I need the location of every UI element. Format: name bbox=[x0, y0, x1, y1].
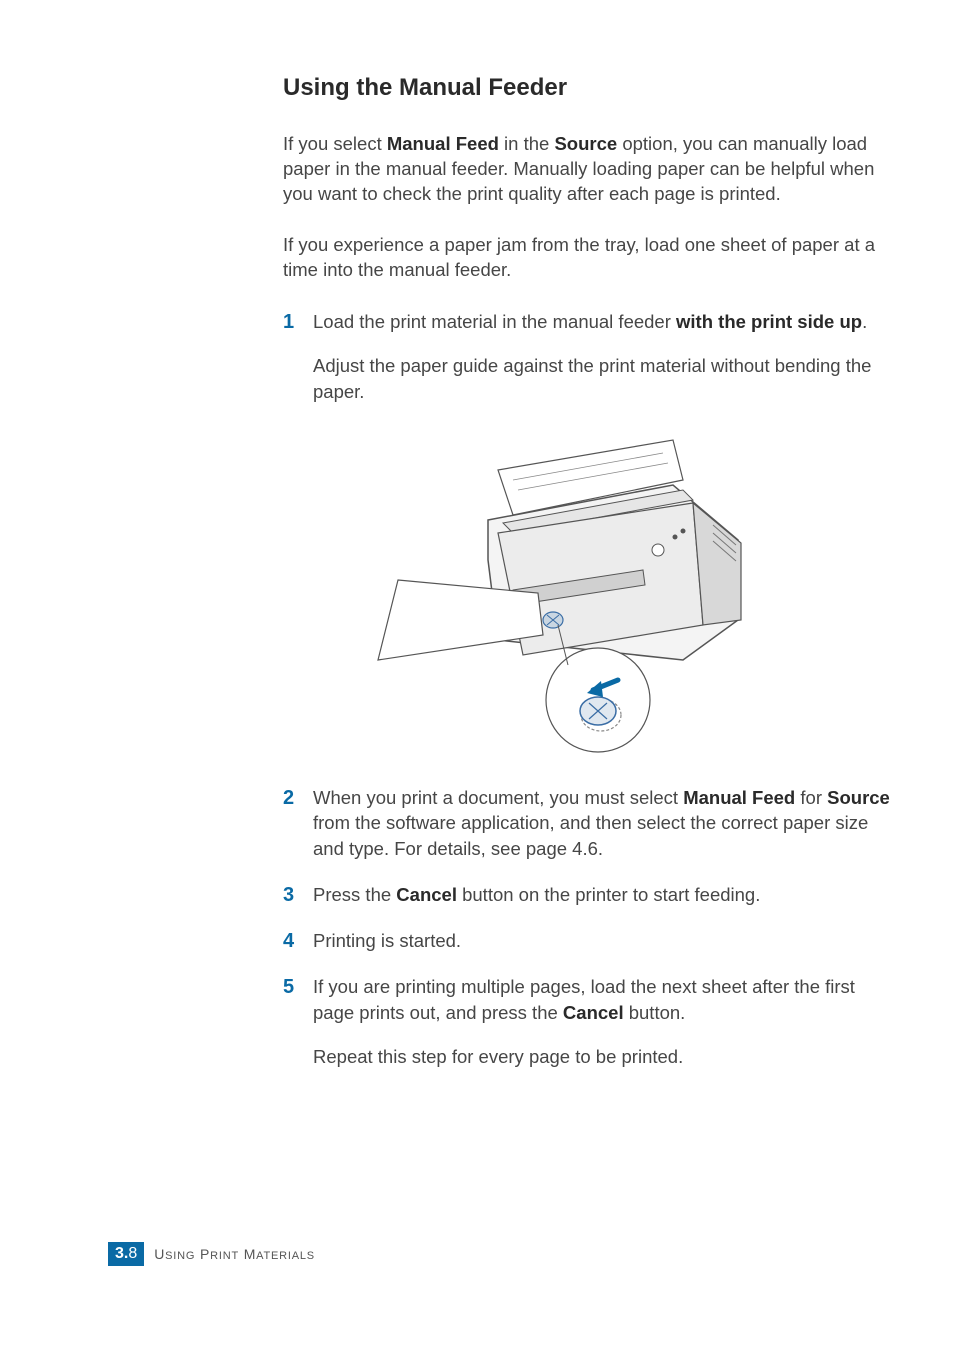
text: ATERIALS bbox=[256, 1250, 315, 1262]
step-number: 3 bbox=[283, 882, 313, 908]
text: Press the bbox=[313, 884, 396, 905]
text: SING bbox=[165, 1250, 195, 1262]
step-1: 1 Load the print material in the manual … bbox=[283, 309, 893, 405]
chapter-number: 3. bbox=[115, 1245, 128, 1262]
step-text: When you print a document, you must sele… bbox=[313, 785, 893, 863]
step-text: Press the Cancel button on the printer t… bbox=[313, 882, 893, 908]
intro-paragraph-2: If you experience a paper jam from the t… bbox=[283, 233, 893, 283]
text: U bbox=[154, 1246, 165, 1262]
bold-text: Cancel bbox=[396, 884, 457, 905]
section-title: Using the Manual Feeder bbox=[283, 74, 893, 102]
page-footer: 3.8 USING PRINT MATERIALS bbox=[108, 1242, 315, 1266]
footer-section-title: USING PRINT MATERIALS bbox=[154, 1246, 315, 1262]
step-text: Repeat this step for every page to be pr… bbox=[313, 1044, 893, 1070]
step-number: 5 bbox=[283, 974, 313, 1000]
step-3: 3 Press the Cancel button on the printer… bbox=[283, 882, 893, 908]
text: button on the printer to start feeding. bbox=[457, 884, 760, 905]
bold-text: Manual Feed bbox=[387, 133, 499, 154]
intro-paragraph-1: If you select Manual Feed in the Source … bbox=[283, 132, 893, 207]
step-body: Press the Cancel button on the printer t… bbox=[313, 882, 893, 908]
page-number-badge: 3.8 bbox=[108, 1242, 144, 1266]
step-text: Load the print material in the manual fe… bbox=[313, 309, 893, 335]
text: If you select bbox=[283, 133, 387, 154]
text: RINT bbox=[210, 1250, 239, 1262]
text: for bbox=[795, 787, 827, 808]
text: Load the print material in the manual fe… bbox=[313, 311, 676, 332]
step-4: 4 Printing is started. bbox=[283, 928, 893, 954]
step-text: If you are printing multiple pages, load… bbox=[313, 974, 893, 1026]
step-number: 4 bbox=[283, 928, 313, 954]
bold-text: Cancel bbox=[563, 1002, 624, 1023]
text: When you print a document, you must sele… bbox=[313, 787, 683, 808]
step-body: If you are printing multiple pages, load… bbox=[313, 974, 893, 1070]
text: P bbox=[200, 1246, 210, 1262]
page-number: 8 bbox=[128, 1245, 137, 1262]
text: in the bbox=[499, 133, 555, 154]
step-body: Load the print material in the manual fe… bbox=[313, 309, 893, 405]
step-5: 5 If you are printing multiple pages, lo… bbox=[283, 974, 893, 1070]
bold-text: Source bbox=[827, 787, 890, 808]
step-body: When you print a document, you must sele… bbox=[313, 785, 893, 863]
bold-text: Source bbox=[554, 133, 617, 154]
text: from the software application, and then … bbox=[313, 812, 868, 859]
step-number: 2 bbox=[283, 785, 313, 811]
printer-illustration bbox=[343, 425, 773, 755]
step-body: Printing is started. bbox=[313, 928, 893, 954]
bold-text: Manual Feed bbox=[683, 787, 795, 808]
text: button. bbox=[624, 1002, 686, 1023]
text: M bbox=[244, 1246, 256, 1262]
bold-text: with the print side up bbox=[676, 311, 862, 332]
step-number: 1 bbox=[283, 309, 313, 335]
text: . bbox=[862, 311, 867, 332]
step-text: Printing is started. bbox=[313, 928, 893, 954]
step-text: Adjust the paper guide against the print… bbox=[313, 353, 893, 405]
step-2: 2 When you print a document, you must se… bbox=[283, 785, 893, 863]
